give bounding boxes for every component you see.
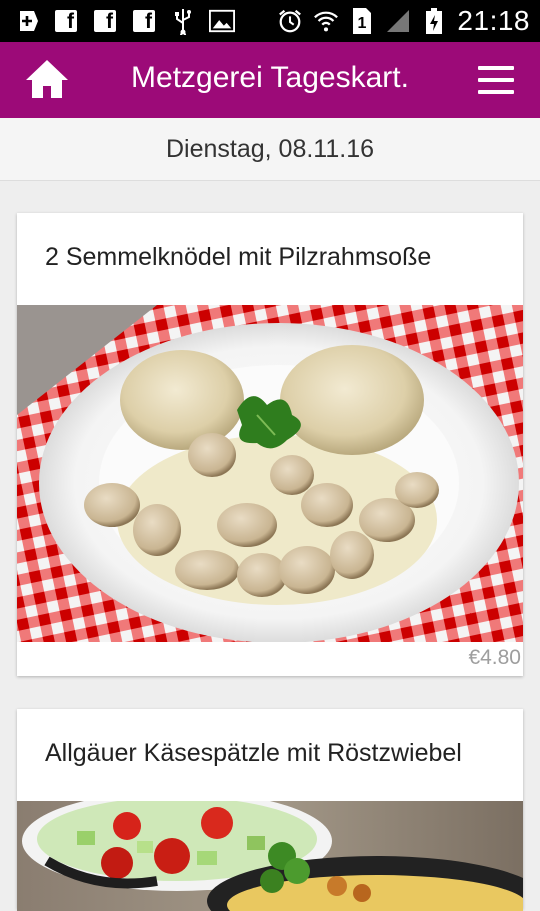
battery-charging-icon [421,8,447,34]
dish-photo [17,801,523,911]
status-bar: 1 21:18 [0,0,540,42]
menu-icon-bar [478,90,514,94]
app-title: Metzgerei Tageskart. [131,61,409,94]
usb-icon [170,8,196,35]
image-icon [209,8,235,34]
svg-text:1: 1 [358,15,367,32]
wifi-icon [313,8,339,34]
menu-icon-bar [478,78,514,82]
dish-price: €4.80 [468,646,521,669]
facebook-icon [53,8,79,34]
add-box-icon [14,8,40,34]
menu-card[interactable]: 2 Semmelknödel mit Pilzrahmsoße €4.80 [17,213,523,676]
facebook-icon [131,8,157,34]
facebook-icon [92,8,118,34]
menu-icon-bar [478,66,514,70]
app-bar: Metzgerei Tageskart. [0,42,540,118]
dish-name: Allgäuer Käsespätzle mit Röstzwiebel [45,739,462,767]
clock: 21:18 [457,5,530,36]
date-header: Dienstag, 08.11.16 [0,118,540,181]
menu-button[interactable] [478,66,514,94]
dish-name: 2 Semmelknödel mit Pilzrahmsoße [45,243,432,271]
dish-photo [17,305,523,642]
alarm-icon [277,8,303,34]
signal-icon [385,8,411,34]
menu-card[interactable]: Allgäuer Käsespätzle mit Röstzwiebel [17,709,523,911]
sim-1-icon: 1 [349,8,375,34]
